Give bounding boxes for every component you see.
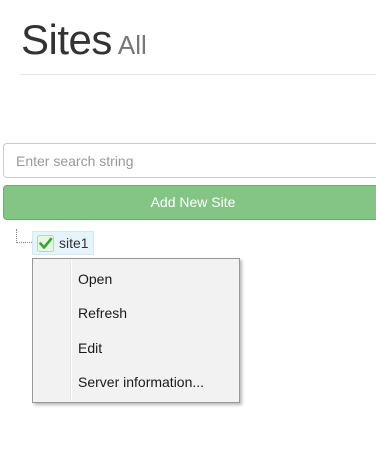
page-title: Sites All	[21, 16, 147, 64]
page-title-filter: All	[117, 30, 147, 60]
page-header: Sites All	[20, 14, 376, 75]
menu-item-edit[interactable]: Edit	[78, 340, 102, 356]
search-input[interactable]	[3, 143, 376, 178]
context-menu: Open Refresh Edit Server information...	[32, 258, 240, 403]
tree-node-site1[interactable]: site1	[32, 231, 94, 255]
menu-item-server-information[interactable]: Server information...	[78, 374, 204, 390]
menu-item-refresh[interactable]: Refresh	[78, 305, 127, 321]
page-title-main: Sites	[21, 16, 112, 63]
menu-gutter-divider	[70, 261, 72, 400]
tree-node-label: site1	[59, 235, 89, 251]
sites-page: SitesAll Add New Site site1 Open Refresh…	[0, 0, 376, 460]
tree-connector	[16, 229, 32, 243]
menu-item-open[interactable]: Open	[78, 271, 112, 287]
green-check-icon	[37, 234, 54, 252]
add-new-site-button[interactable]: Add New Site	[3, 185, 376, 220]
